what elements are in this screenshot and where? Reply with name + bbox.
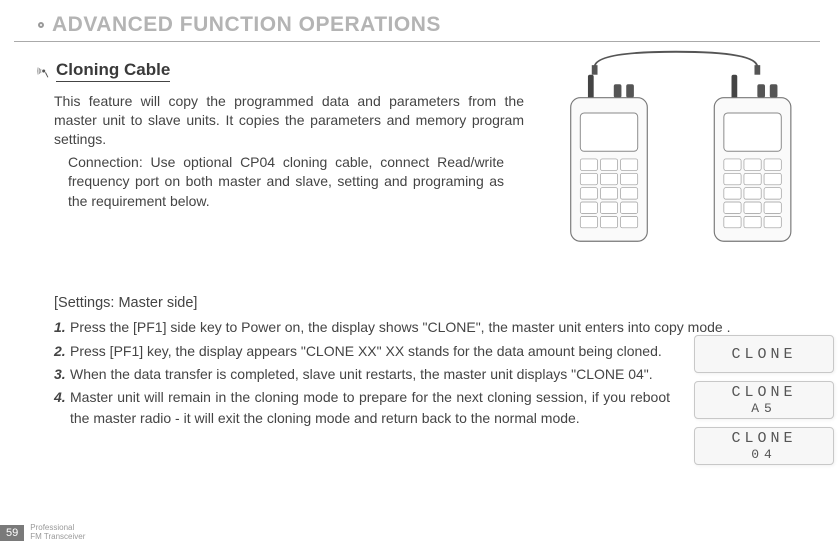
radio-diagram — [542, 46, 810, 262]
step-text: Press the [PF1] side key to Power on, th… — [70, 319, 730, 335]
signal-icon — [36, 64, 50, 78]
display-box: CLONE — [694, 335, 834, 373]
step-text: When the data transfer is completed, sla… — [70, 366, 653, 382]
display-line1: CLONE — [731, 346, 796, 363]
display-line2: 04 — [751, 447, 777, 462]
settings-label: [Settings: Master side] — [54, 295, 820, 311]
display-stack: CLONE CLONE A5 CLONE 04 — [694, 335, 834, 465]
section-title: Cloning Cable — [56, 60, 170, 82]
display-box: CLONE A5 — [694, 381, 834, 419]
display-line1: CLONE — [731, 430, 796, 447]
connection-text: Connection: Use optional CP04 cloning ca… — [54, 153, 504, 212]
footer-text: Professional FM Transceiver — [30, 524, 85, 541]
display-box: CLONE 04 — [694, 427, 834, 465]
title-bar: ADVANCED FUNCTION OPERATIONS — [14, 10, 820, 42]
footer-line2: FM Transceiver — [30, 533, 85, 541]
bullet-icon — [38, 22, 44, 28]
display-line1: CLONE — [731, 384, 796, 401]
step-text: Press [PF1] key, the display appears "CL… — [70, 343, 662, 359]
display-line2: A5 — [751, 401, 777, 416]
step-text: Master unit will remain in the cloning m… — [70, 389, 670, 425]
page-footer: 59 Professional FM Transceiver — [0, 524, 85, 541]
steps-wrap: 1.Press the [PF1] side key to Power on, … — [54, 317, 820, 427]
page-title: ADVANCED FUNCTION OPERATIONS — [52, 13, 441, 37]
intro-text: This feature will copy the programmed da… — [54, 92, 524, 149]
page-number: 59 — [0, 525, 24, 541]
